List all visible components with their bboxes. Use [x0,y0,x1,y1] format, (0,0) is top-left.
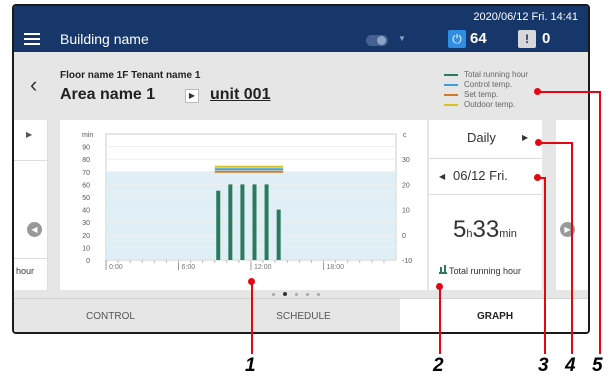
callout-line [537,91,601,93]
legend-item: Control temp. [444,80,528,90]
caret-right-icon[interactable]: ▶ [26,130,32,139]
page-dot-active[interactable] [283,292,287,296]
datetime: 2020/06/12 Fri. 14:41 [473,11,578,23]
tab-control[interactable]: CONTROL [14,299,207,332]
caret-left-icon[interactable]: ◀ [439,172,445,181]
summary-panel: Daily ▶ ◀ 06/12 Fri. 5h33min Total runni… [429,120,542,290]
prev-card-label: hour [16,266,35,276]
bar-chart-icon [439,265,447,274]
tab-schedule[interactable]: SCHEDULE [207,299,400,332]
chevron-down-icon[interactable]: ▼ [398,34,406,43]
top-bar: Building name ▼ 2020/06/12 Fri. 14:41 ⏻ … [14,6,588,52]
left-tick-label: 20 [82,233,90,240]
running-bar [276,209,281,260]
left-tick-label: 80 [82,157,90,164]
callout-line [439,287,441,354]
floor-tenant-label: Floor name 1F Tenant name 1 [60,70,201,81]
menu-icon[interactable] [24,33,40,45]
warning-icon[interactable]: ! [518,30,536,48]
divider [14,258,48,259]
legend-item: Total running hour [444,70,528,80]
building-name[interactable]: Building name [60,31,149,47]
x-tick-label: 18:00 [327,264,345,271]
divider [429,158,542,159]
callout-number: 1 [245,355,256,376]
back-icon[interactable]: ‹ [30,72,37,98]
running-hour-chart: min 90 80 70 60 50 40 30 20 10 0 c 30 20 10 0 -10 0:00 6:0… [82,132,412,271]
callout-line [538,142,573,144]
area-name: Area name 1 [60,86,156,103]
running-bar [240,184,245,260]
callout-number: 4 [565,355,576,376]
callout-line [544,177,546,354]
right-tick-label: 20 [402,182,410,189]
callout-line [599,91,601,354]
tab-graph[interactable]: GRAPH [400,299,588,332]
chart-legend: Total running hour Control temp. Set tem… [444,70,528,110]
power-icon[interactable]: ⏻ [448,30,466,48]
left-axis-unit: min [82,132,93,139]
page-header: ‹ Floor name 1F Tenant name 1 Area name … [14,52,588,120]
callout-number: 5 [592,355,603,376]
page-indicator [268,290,328,298]
bottom-tabs: CONTROL SCHEDULE GRAPH [14,298,588,332]
page-dot[interactable] [306,293,309,296]
right-tick-label: 30 [402,157,410,164]
legend-item: Outdoor temp. [444,100,528,110]
right-tick-label: -10 [402,258,412,265]
caret-right-icon[interactable]: ▶ [522,133,528,142]
page-dot[interactable] [295,293,298,296]
left-tick-label: 0 [86,258,90,265]
left-tick-label: 60 [82,182,90,189]
running-bar [228,184,233,260]
callout-number: 2 [433,355,444,376]
left-tick-label: 70 [82,170,90,177]
period-selector[interactable]: Daily [467,130,496,145]
left-tick-label: 30 [82,220,90,227]
left-tick-label: 10 [82,245,90,252]
right-tick-label: 10 [402,208,410,215]
running-bar [216,190,221,260]
caret-right-icon[interactable]: ▶ [185,89,199,103]
unit-name-link[interactable]: unit 001 [210,86,270,104]
callout-line [251,282,253,354]
alert-count: 0 [542,30,551,47]
chart-card: min 90 80 70 60 50 40 30 20 10 0 c 30 20 10 0 -10 0:00 6:0… [60,120,427,290]
running-time-value: 5h33min [453,216,517,243]
left-tick-label: 90 [82,145,90,152]
legend-item: Set temp. [444,90,528,100]
running-bar [252,184,257,260]
divider [14,160,48,161]
power-count: 64 [470,30,487,47]
device-screen: Building name ▼ 2020/06/12 Fri. 14:41 ⏻ … [12,4,590,334]
divider [429,194,542,195]
left-tick-label: 40 [82,208,90,215]
x-tick-label: 0:00 [109,264,123,271]
date-selector[interactable]: 06/12 Fri. [453,168,508,183]
right-tick-label: 0 [402,233,406,240]
callout-number: 3 [538,355,549,376]
page-dot[interactable] [317,293,320,296]
left-tick-label: 50 [82,195,90,202]
x-tick-label: 6:00 [182,264,196,271]
callout-line [571,142,573,354]
toggle-switch[interactable] [366,35,388,46]
x-tick-label: 12:00 [254,264,272,271]
right-axis-unit: c [403,132,407,139]
previous-card[interactable]: ▶ ◀ hour [14,120,48,290]
prev-circle-icon[interactable]: ◀ [27,222,42,237]
running-hour-label: Total running hour [439,265,521,276]
comfort-band [106,171,396,260]
next-card[interactable]: ▶ [556,120,588,290]
page-dot[interactable] [272,293,275,296]
running-bar [264,184,269,260]
